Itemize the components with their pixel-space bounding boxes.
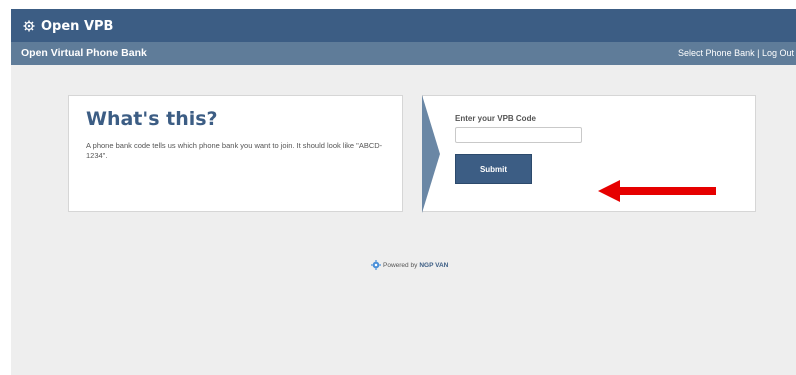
log-out-link[interactable]: Log Out: [762, 48, 794, 58]
sub-header-bar: Open Virtual Phone Bank Select Phone Ban…: [11, 42, 796, 65]
app-name: Open VPB: [41, 18, 114, 34]
gear-icon: [23, 20, 35, 32]
app-window: Open VPB Open Virtual Phone Bank Select …: [11, 9, 796, 375]
red-arrow-annotation: [598, 180, 716, 202]
ngp-van-link[interactable]: NGP VAN: [419, 262, 448, 269]
page-title: Open Virtual Phone Bank: [21, 47, 147, 59]
user-nav: Select Phone Bank | Log Out: [678, 48, 794, 58]
vpb-code-input[interactable]: [455, 127, 582, 143]
app-brand[interactable]: Open VPB: [23, 16, 113, 36]
vpb-code-label: Enter your VPB Code: [455, 114, 536, 123]
info-panel: What's this? A phone bank code tells us …: [68, 95, 403, 212]
top-header-bar: Open VPB: [11, 9, 796, 42]
info-description: A phone bank code tells us which phone b…: [86, 141, 383, 160]
info-heading: What's this?: [86, 108, 218, 130]
powered-by-text: Powered by: [383, 261, 418, 269]
gear-icon: [371, 260, 381, 270]
footer: Powered by NGP VAN: [371, 260, 448, 270]
submit-button[interactable]: Submit: [455, 154, 532, 184]
nav-separator: |: [757, 48, 760, 58]
select-phone-bank-link[interactable]: Select Phone Bank: [678, 48, 755, 58]
chevron-divider: [422, 95, 440, 213]
